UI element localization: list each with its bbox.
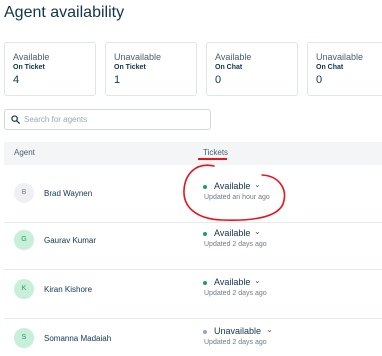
updated-timestamp: Updated 2 days ago [204,339,267,346]
agent-name: Somanna Madaiah [44,334,112,343]
stat-count: 0 [215,74,222,86]
stat-count: 1 [114,74,121,86]
status-dropdown[interactable]: Available [214,228,250,238]
agent-search[interactable] [4,109,211,130]
column-header-tickets[interactable]: Tickets [203,148,228,157]
agent-availability-page: Agent availability Available On Ticket 4… [0,0,382,356]
stat-card-unavailable-chat: Unavailable On Chat 0 [307,42,382,96]
page-title: Agent availability [4,4,125,21]
status-dot-icon [203,330,207,334]
agent-row: S Somanna Madaiah Unavailable ⌄ Updated … [4,310,382,356]
updated-timestamp: Updated an hour ago [204,194,270,201]
status-dropdown[interactable]: Available [214,277,250,287]
search-input[interactable] [24,112,208,127]
column-header-agent: Agent [14,148,35,157]
table-header: Agent Tickets [4,142,382,165]
chevron-down-icon[interactable]: ⌄ [266,325,273,334]
search-icon [11,115,20,124]
stat-count: 0 [316,74,323,86]
stat-sublabel: On Ticket [114,64,146,71]
status-dot-icon [203,281,207,285]
status-dropdown[interactable]: Available [214,181,250,191]
chevron-down-icon[interactable]: ⌄ [254,276,261,285]
status-dot-icon [203,185,207,189]
avatar: B [14,183,34,203]
stat-label: Unavailable [114,52,162,62]
avatar: G [14,230,34,250]
stat-label: Available [215,52,252,62]
stat-sublabel: On Chat [316,64,344,71]
agent-name: Gaurav Kumar [44,236,97,245]
agent-name: Brad Waynen [44,189,93,198]
chevron-down-icon[interactable]: ⌄ [254,227,261,236]
agent-name: Kiran Kishore [44,285,93,294]
stat-sublabel: On Chat [215,64,243,71]
stat-card-available-chat: Available On Chat 0 [206,42,298,96]
avatar: S [14,328,34,348]
status-dropdown[interactable]: Unavailable [214,326,261,336]
updated-timestamp: Updated 2 days ago [204,241,267,248]
stat-card-unavailable-ticket: Unavailable On Ticket 1 [105,42,197,96]
chevron-down-icon[interactable]: ⌄ [254,180,261,189]
stat-count: 4 [13,74,20,86]
updated-timestamp: Updated 2 days ago [204,290,267,297]
tickets-sort-underline [198,158,227,160]
avatar: K [14,279,34,299]
stat-sublabel: On Ticket [13,64,45,71]
stat-card-available-ticket: Available On Ticket 4 [4,42,96,96]
status-dot-icon [203,232,207,236]
stat-label: Unavailable [316,52,364,62]
stat-label: Available [13,52,50,62]
